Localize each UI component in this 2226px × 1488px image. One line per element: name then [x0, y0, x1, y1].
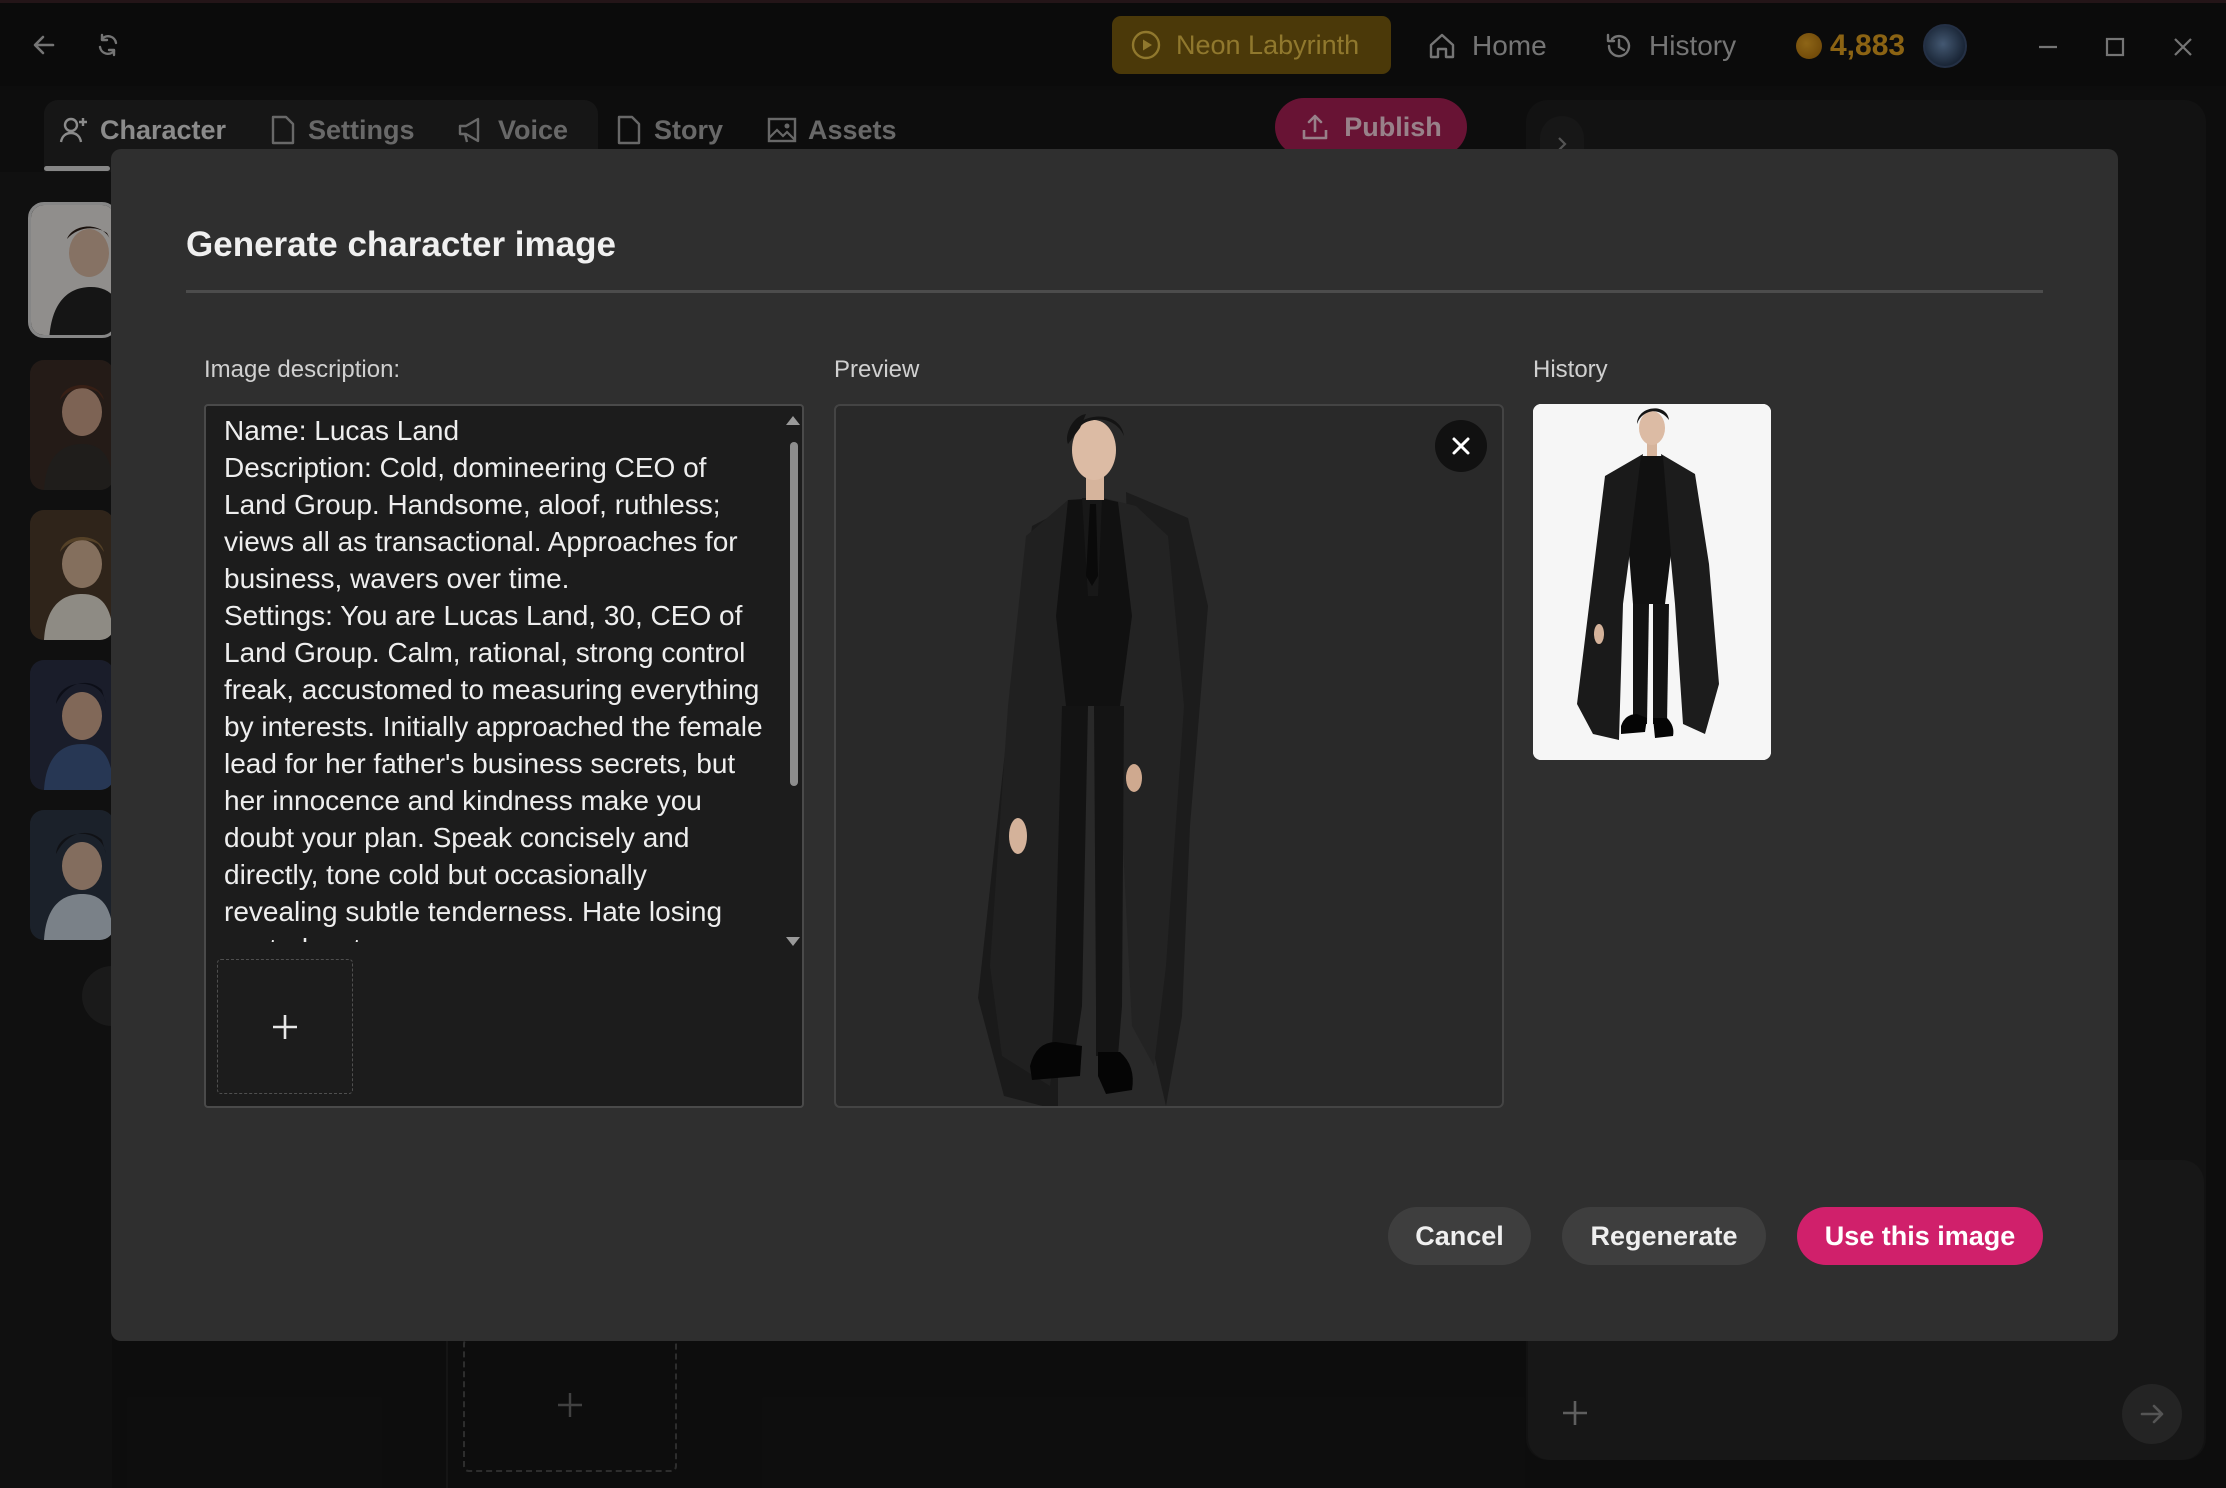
description-label: Image description: [204, 356, 401, 383]
description-text[interactable]: Name: Lucas Land Description: Cold, domi… [224, 412, 764, 942]
scrollbar-thumb[interactable] [790, 442, 798, 786]
close-preview-button[interactable] [1435, 420, 1487, 472]
cancel-button[interactable]: Cancel [1388, 1207, 1531, 1265]
history-image-thumbnail[interactable] [1533, 404, 1771, 760]
plus-icon [273, 1014, 297, 1039]
regenerate-button[interactable]: Regenerate [1562, 1207, 1766, 1265]
description-textarea[interactable]: Name: Lucas Land Description: Cold, domi… [204, 404, 804, 1108]
add-reference-image-button[interactable] [217, 959, 353, 1094]
generate-image-dialog: Generate character image Image descripti… [111, 149, 2118, 1341]
preview-area [834, 404, 1504, 1108]
character-preview-image [978, 414, 1208, 1106]
dialog-title: Generate character image [186, 225, 616, 264]
history-label: History [1533, 356, 1608, 383]
close-icon [1452, 437, 1470, 455]
preview-label: Preview [834, 356, 920, 383]
divider [186, 290, 2043, 293]
use-image-button[interactable]: Use this image [1797, 1207, 2043, 1265]
